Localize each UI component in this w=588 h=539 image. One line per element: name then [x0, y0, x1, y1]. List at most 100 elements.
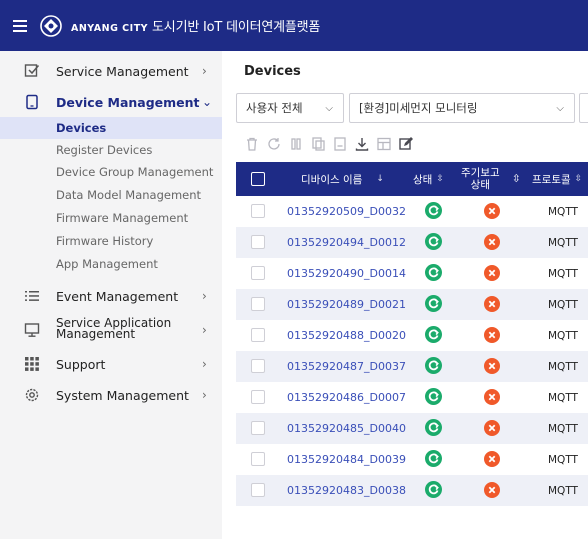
chevron-right-icon: › — [202, 64, 207, 78]
sidebar-item-label: Support — [56, 356, 106, 372]
report-status-error-icon — [484, 203, 500, 219]
device-name-link[interactable]: 01352920488_D0020 — [287, 329, 406, 342]
status-connected-icon — [425, 357, 442, 374]
copy-icon[interactable] — [310, 136, 326, 152]
column-header-protocol[interactable]: 프로토콜 ⇳ — [532, 162, 582, 196]
sub-item-label: Data Model Management — [56, 188, 202, 202]
pause-icon[interactable] — [288, 136, 304, 152]
service-filter-select[interactable]: [환경]미세먼지 모니터링 ⌵ — [349, 93, 575, 123]
row-checkbox[interactable] — [251, 390, 265, 404]
hamburger-menu-icon[interactable] — [13, 17, 27, 35]
table-row[interactable]: 01352920484_D0039 MQTT — [236, 444, 588, 475]
platform-title: 도시기반 IoT 데이터연계플랫폼 — [152, 20, 321, 35]
sidebar: Service Management › Device Management ⌄… — [0, 51, 222, 539]
document-icon[interactable] — [332, 136, 348, 152]
protocol-value: MQTT — [548, 299, 578, 311]
status-connected-icon — [425, 450, 442, 467]
report-status-error-icon — [484, 358, 500, 374]
status-connected-icon — [425, 326, 442, 343]
column-label-line-2: 상태 — [470, 179, 490, 191]
table-row[interactable]: 01352920494_D0012 MQTT — [236, 227, 588, 258]
report-status-error-icon — [484, 451, 500, 467]
row-checkbox[interactable] — [251, 359, 265, 373]
chevron-down-icon: ⌄ — [202, 95, 213, 109]
device-name-link[interactable]: 01352920494_D0012 — [287, 236, 406, 249]
table-toolbar — [244, 136, 414, 152]
table-icon[interactable] — [376, 136, 392, 152]
sort-icon[interactable]: ⇳ — [512, 162, 521, 196]
protocol-value: MQTT — [548, 392, 578, 404]
sidebar-item-device-management[interactable]: Device Management ⌄ — [0, 92, 222, 112]
sidebar-item-label: Service Application Management — [56, 317, 171, 341]
row-checkbox[interactable] — [251, 297, 265, 311]
device-name-link[interactable]: 01352920509_D0032 — [287, 205, 406, 218]
table-row[interactable]: 01352920485_D0040 MQTT — [236, 413, 588, 444]
table-header: 디바이스 이름 ↓ 상태 ⇳ 주기보고 상태 ⇳ 프로토콜 ⇳ — [236, 162, 588, 196]
sub-item-label: Devices — [56, 121, 107, 135]
trash-icon[interactable] — [244, 136, 260, 152]
status-connected-icon — [425, 264, 442, 281]
row-checkbox[interactable] — [251, 204, 265, 218]
sidebar-item-service-management[interactable]: Service Management › — [0, 61, 222, 81]
row-checkbox[interactable] — [251, 266, 265, 280]
sub-item-devices[interactable]: Devices — [0, 117, 222, 139]
column-header-report-status[interactable]: 주기보고 상태 — [461, 162, 500, 196]
download-icon[interactable] — [354, 136, 370, 152]
sub-item-device-group-management[interactable]: Device Group Management — [0, 161, 222, 183]
row-checkbox[interactable] — [251, 421, 265, 435]
table-row[interactable]: 01352920509_D0032 MQTT — [236, 196, 588, 227]
sort-icon[interactable]: ⇳ — [575, 174, 583, 184]
device-name-link[interactable]: 01352920486_D0007 — [287, 391, 406, 404]
device-name-link[interactable]: 01352920487_D0037 — [287, 360, 406, 373]
sub-item-app-management[interactable]: App Management — [0, 253, 222, 275]
edit-icon[interactable] — [398, 136, 414, 152]
status-connected-icon — [425, 481, 442, 498]
row-checkbox[interactable] — [251, 235, 265, 249]
table-row[interactable]: 01352920486_D0007 MQTT — [236, 382, 588, 413]
list-icon — [24, 288, 40, 304]
sort-down-icon[interactable]: ↓ — [376, 174, 384, 184]
sub-item-firmware-management[interactable]: Firmware Management — [0, 207, 222, 229]
chevron-right-icon: › — [202, 323, 207, 337]
extra-filter-select[interactable] — [579, 93, 588, 123]
label-line-2: Management — [56, 327, 136, 341]
device-name-link[interactable]: 01352920489_D0021 — [287, 298, 406, 311]
row-checkbox[interactable] — [251, 328, 265, 342]
chevron-down-icon: ⌵ — [325, 102, 333, 114]
table-row[interactable]: 01352920490_D0014 MQTT — [236, 258, 588, 289]
table-row[interactable]: 01352920483_D0038 MQTT — [236, 475, 588, 506]
sidebar-item-service-application-management[interactable]: Service Application Management › — [0, 316, 222, 342]
status-connected-icon — [425, 202, 442, 219]
protocol-value: MQTT — [548, 206, 578, 218]
protocol-value: MQTT — [548, 268, 578, 280]
report-status-error-icon — [484, 420, 500, 436]
table-row[interactable]: 01352920489_D0021 MQTT — [236, 289, 588, 320]
sort-icon[interactable]: ⇳ — [436, 174, 444, 184]
user-filter-select[interactable]: 사용자 전체 ⌵ — [236, 93, 344, 123]
table-row[interactable]: 01352920487_D0037 MQTT — [236, 351, 588, 382]
sidebar-item-event-management[interactable]: Event Management › — [0, 286, 222, 306]
app-title: ANYANG CITY 도시기반 IoT 데이터연계플랫폼 — [71, 16, 320, 35]
device-name-link[interactable]: 01352920490_D0014 — [287, 267, 406, 280]
table-row[interactable]: 01352920488_D0020 MQTT — [236, 320, 588, 351]
device-name-link[interactable]: 01352920485_D0040 — [287, 422, 406, 435]
row-checkbox[interactable] — [251, 452, 265, 466]
sub-item-label: Firmware Management — [56, 211, 189, 225]
chevron-right-icon: › — [202, 289, 207, 303]
select-all-checkbox[interactable] — [251, 172, 265, 186]
chevron-down-icon: ⌵ — [556, 102, 564, 114]
protocol-value: MQTT — [548, 485, 578, 497]
device-icon — [24, 94, 40, 110]
sidebar-item-support[interactable]: Support › — [0, 354, 222, 374]
device-name-link[interactable]: 01352920483_D0038 — [287, 484, 406, 497]
sidebar-item-system-management[interactable]: System Management › — [0, 385, 222, 405]
sub-item-register-devices[interactable]: Register Devices — [0, 139, 222, 161]
sub-item-data-model-management[interactable]: Data Model Management — [0, 184, 222, 206]
column-header-status[interactable]: 상태 ⇳ — [413, 162, 444, 196]
column-header-device-name[interactable]: 디바이스 이름 ↓ — [301, 162, 384, 196]
sub-item-firmware-history[interactable]: Firmware History — [0, 230, 222, 252]
row-checkbox[interactable] — [251, 483, 265, 497]
refresh-icon[interactable] — [266, 136, 282, 152]
device-name-link[interactable]: 01352920484_D0039 — [287, 453, 406, 466]
sidebar-item-label: Device Management — [56, 94, 200, 110]
